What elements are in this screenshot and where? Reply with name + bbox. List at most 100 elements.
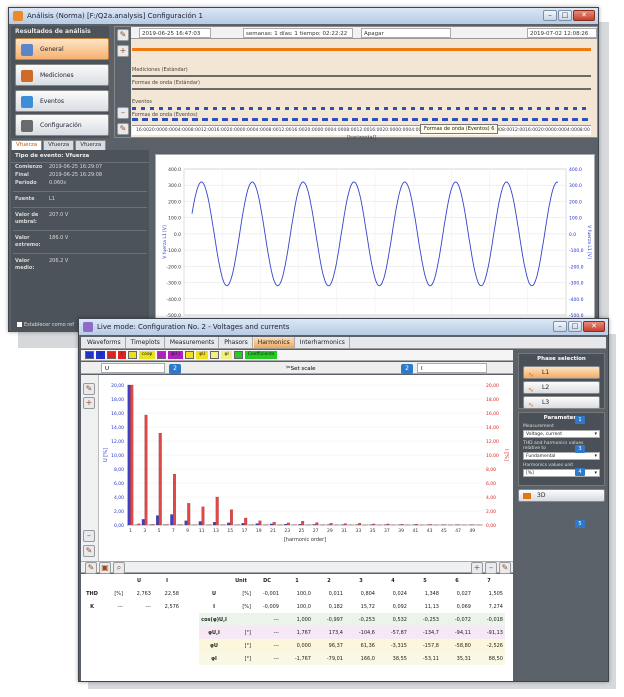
- right-axis-select[interactable]: I: [417, 363, 487, 373]
- side-panel: Phase selection ∿ L1 ∿ L2 ∿ L3 Parameters M…: [515, 350, 608, 681]
- legend-label[interactable]: φI: [221, 351, 232, 359]
- legend-label[interactable]: I: [118, 351, 126, 359]
- events-waveforms-markers[interactable]: [132, 118, 591, 121]
- table-cell: 0,024: [377, 587, 409, 600]
- phase-l3-button[interactable]: ∿ L3: [523, 396, 600, 409]
- close-icon[interactable]: ✕: [573, 10, 595, 21]
- timeline-tick: 12:00: [512, 128, 526, 133]
- phase-l1-button[interactable]: ∿ L1: [523, 366, 600, 379]
- end-time-field[interactable]: 2019-07-02 12:08:26: [527, 28, 597, 38]
- legend-swatch[interactable]: [210, 351, 220, 359]
- edit2-icon[interactable]: ✎: [117, 123, 129, 135]
- window-title-bar[interactable]: Live mode: Configuration No. 2 - Voltage…: [79, 319, 608, 335]
- events-markers[interactable]: [132, 107, 591, 110]
- phase-l2-button[interactable]: ∿ L2: [523, 381, 600, 394]
- legend-label[interactable]: Coefficients: [244, 351, 278, 359]
- table-cell: φI: [199, 652, 229, 665]
- edit-icon[interactable]: ✎: [83, 383, 95, 395]
- left-axis-select[interactable]: U: [101, 363, 165, 373]
- zoom-out-icon[interactable]: –: [485, 562, 497, 574]
- period-field[interactable]: semanas: 1 días: 1 tiempo: 02:22:22: [243, 28, 353, 38]
- divider: [13, 230, 147, 231]
- zoom-in-icon[interactable]: +: [117, 45, 129, 57]
- edit2-icon[interactable]: ✎: [499, 562, 511, 574]
- zoom-in-icon[interactable]: +: [471, 562, 483, 574]
- table-cell: [%]: [229, 600, 253, 613]
- table-cell: φU,I: [199, 626, 229, 639]
- zoom-icon[interactable]: ⌕: [113, 562, 125, 574]
- legend-label[interactable]: φU,I: [168, 351, 184, 359]
- legend-swatch[interactable]: [157, 351, 167, 359]
- legend-label[interactable]: cosφ: [138, 351, 156, 359]
- table-cell: -0,072: [441, 613, 473, 626]
- legend-label[interactable]: U: [96, 351, 106, 359]
- nav-general-button[interactable]: General: [15, 38, 109, 60]
- wave-icon: ∿: [528, 401, 534, 409]
- maximize-icon[interactable]: □: [558, 10, 572, 21]
- bar-U: [184, 520, 188, 526]
- legend-swatch[interactable]: [127, 351, 137, 359]
- legend-swatch[interactable]: [185, 351, 195, 359]
- table-row: I [%] -0,009 100,0 0,182 15,72 0,092 11,13 0,069…: [199, 600, 505, 613]
- zoom-out-icon[interactable]: –: [83, 530, 95, 542]
- tab-waveforms[interactable]: Waveforms: [83, 337, 126, 348]
- start-time-field[interactable]: 2019-06-25 16:47:03: [139, 28, 211, 38]
- unit-select[interactable]: [%]: [523, 469, 600, 477]
- table-cell: 0,027: [441, 587, 473, 600]
- nav-configuracion-button[interactable]: Configuración: [15, 114, 109, 136]
- minimize-icon[interactable]: –: [553, 321, 567, 332]
- nav-eventos-button[interactable]: Eventos: [15, 90, 109, 112]
- set-reference-checkbox[interactable]: Establecer como ref: [17, 322, 74, 328]
- legend-swatch[interactable]: [233, 351, 243, 359]
- tab-timeplots[interactable]: Timeplots: [127, 337, 165, 348]
- tab-vfuerza-2[interactable]: Vfuerza: [43, 140, 75, 150]
- zoom-out-icon[interactable]: –: [117, 107, 129, 119]
- save-icon[interactable]: ▣: [99, 562, 111, 574]
- set-scale-button[interactable]: ✂ Set scale: [286, 363, 316, 373]
- tab-interharmonics[interactable]: Interharmonics: [296, 337, 350, 348]
- window-title-bar[interactable]: Análisis (Norma) [F:/Q2a.analysis] Confi…: [9, 8, 598, 24]
- tab-measurements[interactable]: Measurements: [166, 337, 220, 348]
- y-tick-label: 300.0: [168, 183, 181, 189]
- bar-I: [358, 523, 362, 526]
- x-tick-label: 3: [143, 528, 146, 534]
- edit-icon[interactable]: ✎: [85, 562, 97, 574]
- edit2-icon[interactable]: ✎: [83, 545, 95, 557]
- table-cell: -104,6: [345, 626, 377, 639]
- maximize-icon[interactable]: □: [568, 321, 582, 332]
- nav-mediciones-button[interactable]: Mediciones: [15, 64, 109, 86]
- legend-swatch[interactable]: [85, 351, 94, 359]
- table-cell: 1,348: [409, 587, 441, 600]
- track-waveforms-bar: [132, 88, 591, 90]
- close-icon[interactable]: ✕: [583, 321, 605, 332]
- x-tick-label: 39: [398, 528, 404, 534]
- 3d-button[interactable]: 3D: [518, 489, 605, 502]
- measurement-select[interactable]: Voltage, current: [523, 430, 600, 438]
- x-tick-label: 1: [129, 528, 132, 534]
- bar-I: [429, 524, 433, 526]
- x-tick-label: 43: [427, 528, 433, 534]
- info-row: Comienzo 2019-06-25 16:29:07: [15, 164, 103, 170]
- tab-phasors[interactable]: Phasors: [220, 337, 253, 348]
- bar-I: [386, 523, 390, 526]
- 3d-icon: [523, 493, 531, 499]
- y-tick-label-right: -300.0: [569, 281, 584, 287]
- column-header: [81, 574, 103, 587]
- zoom-in-icon[interactable]: +: [83, 397, 95, 409]
- thd-select[interactable]: Fundamental: [523, 452, 600, 460]
- timeline-toolbar: ✎ + – ✎: [115, 27, 131, 137]
- timeline-tick: 16:00: [525, 128, 539, 133]
- callout-badge: 1: [575, 416, 585, 424]
- mode-select[interactable]: Apagar: [361, 28, 451, 38]
- bar-I: [400, 524, 404, 526]
- legend-swatch[interactable]: [107, 351, 117, 359]
- tab-vfuerza-3[interactable]: Vfuerza: [75, 140, 107, 150]
- legend-label[interactable]: φU: [196, 351, 209, 359]
- table-cell: 0,000: [281, 639, 313, 652]
- tab-vfuerza-1[interactable]: Vfuerza: [11, 140, 43, 150]
- minimize-icon[interactable]: –: [543, 10, 557, 21]
- edit-icon[interactable]: ✎: [117, 29, 129, 41]
- table-cell: ---: [253, 652, 281, 665]
- tab-harmonics[interactable]: Harmonics: [253, 337, 295, 348]
- timeline-tick: 08:00: [576, 128, 590, 133]
